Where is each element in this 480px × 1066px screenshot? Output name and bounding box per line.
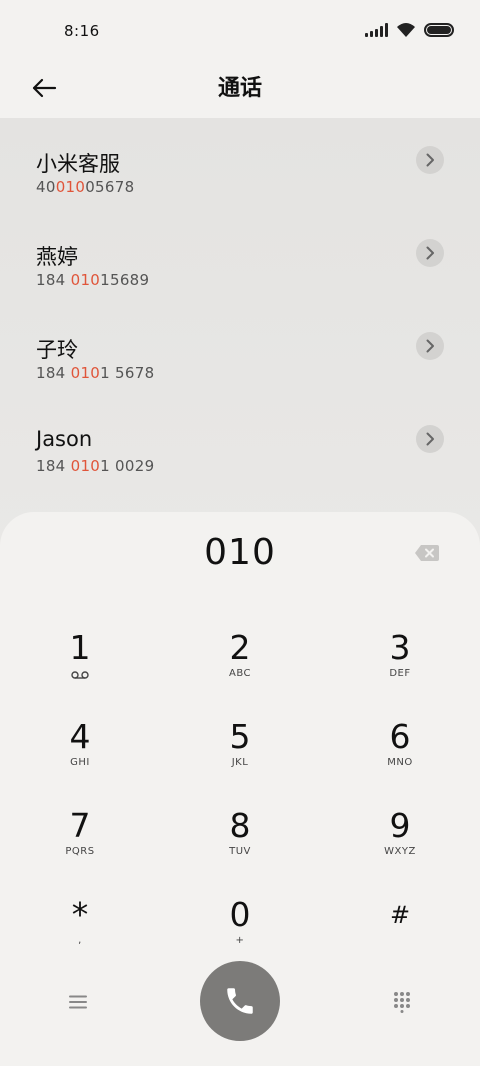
contact-name: 燕婷 [36, 245, 78, 269]
key-5[interactable]: 5 JKL [180, 711, 300, 791]
contact-number: 4001005678 [36, 178, 135, 196]
key-0[interactable]: 0 + [180, 889, 300, 969]
key-star[interactable]: * , [20, 889, 140, 969]
chevron-right-icon [426, 432, 434, 446]
key-8[interactable]: 8 TUV [180, 800, 300, 880]
key-digit: 5 [229, 717, 251, 756]
battery-icon [424, 23, 454, 37]
dialpad-icon [394, 992, 410, 1013]
header: 通话 [0, 60, 480, 118]
dialer-panel: 010 1 2 ABC 3 DEF 4 GHI 5 JKL 6 MNO 7 PQ… [0, 512, 480, 1066]
key-letters: + [235, 935, 245, 946]
wifi-icon [397, 23, 415, 37]
contact-detail-button[interactable] [416, 239, 444, 267]
key-digit: 1 [69, 628, 91, 667]
key-digit: 7 [69, 806, 91, 845]
key-letters: PQRS [65, 846, 95, 857]
key-letters: , [78, 935, 82, 946]
contact-row[interactable]: 燕婷 184 01015689 [0, 211, 480, 304]
menu-button[interactable] [58, 982, 98, 1022]
key-letters: ABC [228, 668, 251, 679]
key-digit: 6 [389, 717, 411, 756]
contact-detail-button[interactable] [416, 332, 444, 360]
status-time: 8:16 [64, 22, 100, 40]
key-6[interactable]: 6 MNO [340, 711, 460, 791]
key-4[interactable]: 4 GHI [20, 711, 140, 791]
key-hash[interactable]: # [340, 889, 460, 969]
page-title: 通话 [217, 76, 262, 101]
contact-number: 184 0101 5678 [36, 364, 155, 382]
contact-row[interactable]: 小米客服 4001005678 [0, 118, 480, 211]
key-digit: 3 [389, 628, 411, 667]
key-letters: DEF [389, 668, 411, 679]
key-9[interactable]: 9 WXYZ [340, 800, 460, 880]
key-digit: # [389, 901, 411, 929]
menu-icon [69, 995, 87, 1009]
chevron-right-icon [426, 339, 434, 353]
key-digit: 8 [229, 806, 251, 845]
backspace-button[interactable] [414, 542, 440, 564]
status-bar: 8:16 [0, 0, 480, 60]
contact-results-list: 小米客服 4001005678 燕婷 184 01015689 子玲 184 0… [0, 118, 480, 558]
contact-name: Jason [36, 427, 93, 451]
dialpad-toggle-button[interactable] [382, 982, 422, 1022]
contact-name: 子玲 [36, 338, 78, 362]
contact-name: 小米客服 [36, 152, 120, 176]
key-2[interactable]: 2 ABC [180, 622, 300, 702]
call-button[interactable] [200, 961, 280, 1041]
key-digit: * [71, 895, 89, 934]
key-1[interactable]: 1 [20, 622, 140, 702]
key-letters: WXYZ [384, 846, 416, 857]
key-digit: 9 [389, 806, 411, 845]
key-letters: TUV [229, 846, 251, 857]
key-digit: 0 [229, 895, 251, 934]
key-letters: GHI [70, 757, 90, 768]
key-digit: 2 [229, 628, 251, 667]
chevron-right-icon [426, 153, 434, 167]
key-3[interactable]: 3 DEF [340, 622, 460, 702]
signal-icon [365, 23, 388, 37]
contact-row[interactable]: Jason 184 0101 0029 [0, 397, 480, 490]
chevron-right-icon [426, 246, 434, 260]
key-7[interactable]: 7 PQRS [20, 800, 140, 880]
contact-number: 184 0101 0029 [36, 457, 155, 475]
contact-number: 184 01015689 [36, 271, 150, 289]
contact-row[interactable]: 子玲 184 0101 5678 [0, 304, 480, 397]
dial-number-display[interactable]: 010 [0, 532, 480, 573]
contact-detail-button[interactable] [416, 425, 444, 453]
contact-detail-button[interactable] [416, 146, 444, 174]
phone-icon [227, 988, 253, 1014]
voicemail-icon [71, 671, 89, 679]
key-letters: MNO [387, 757, 413, 768]
key-digit: 4 [69, 717, 91, 756]
key-letters: JKL [231, 757, 249, 768]
backspace-icon [415, 545, 439, 561]
status-icons [365, 22, 454, 38]
